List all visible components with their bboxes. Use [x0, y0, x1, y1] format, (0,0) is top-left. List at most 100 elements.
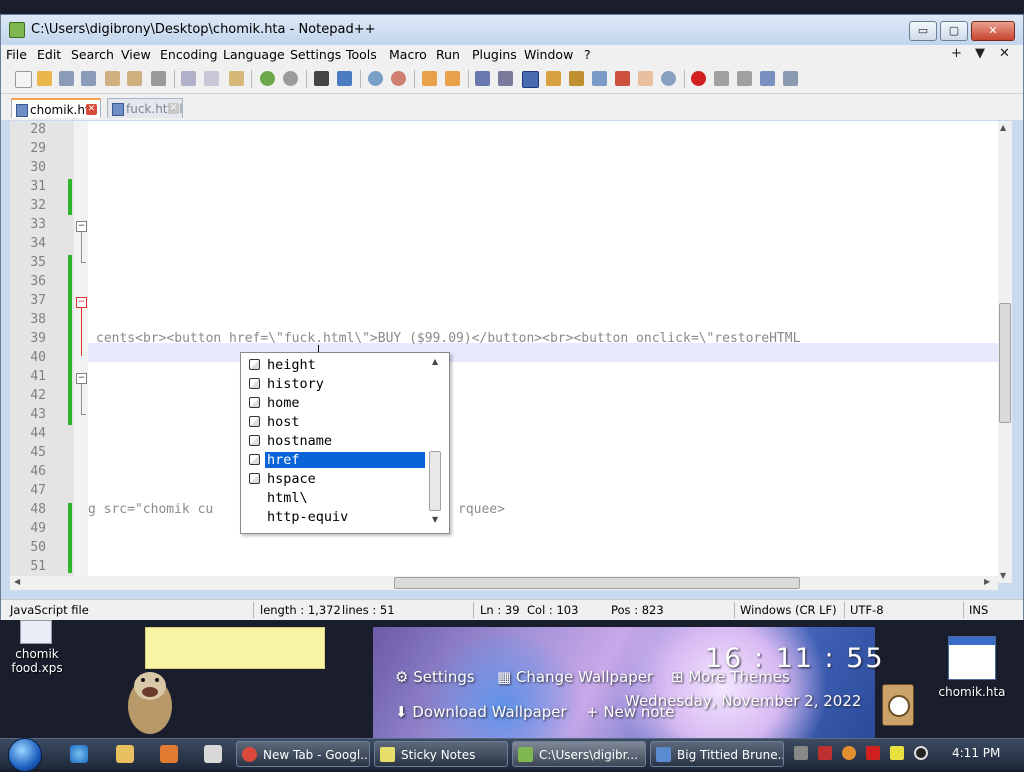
- taskbar-window[interactable]: Big Tittied Brune...: [650, 741, 784, 767]
- sync-vertical-icon[interactable]: [422, 71, 437, 86]
- scroll-up-icon[interactable]: ▲: [1000, 123, 1006, 132]
- scroll-down-icon[interactable]: ▼: [432, 515, 438, 524]
- close-tab-x-icon[interactable]: ✕: [999, 46, 1010, 61]
- menu-help[interactable]: ?: [584, 47, 591, 62]
- calculator-icon[interactable]: [204, 745, 222, 763]
- menu-encoding[interactable]: Encoding: [160, 47, 218, 62]
- start-button[interactable]: [8, 738, 42, 772]
- zoom-in-icon[interactable]: [368, 71, 383, 86]
- menu-plugins[interactable]: Plugins: [472, 47, 517, 62]
- paste-icon[interactable]: [229, 71, 244, 86]
- monitoring-icon[interactable]: [638, 71, 653, 86]
- close-icon[interactable]: [105, 71, 120, 86]
- autocomplete-item[interactable]: html\: [241, 489, 427, 508]
- tab-fuck-html[interactable]: fuck.html ✕: [107, 98, 183, 118]
- autocomplete-popup[interactable]: ▲ ▼ height history home host hostname href hsp…: [240, 352, 450, 534]
- new-tab-plus-icon[interactable]: +: [951, 46, 962, 61]
- fold-collapse-icon[interactable]: −: [76, 373, 87, 384]
- replace-icon[interactable]: [337, 71, 352, 86]
- menu-settings[interactable]: Settings: [290, 47, 341, 62]
- menu-edit[interactable]: Edit: [37, 47, 61, 62]
- find-icon[interactable]: [314, 71, 329, 86]
- stop-macro-icon[interactable]: [714, 71, 729, 86]
- menu-file[interactable]: File: [6, 47, 27, 62]
- gadget-settings-link[interactable]: ⚙ Settings: [395, 668, 475, 686]
- autocomplete-item[interactable]: http-equiv: [241, 508, 427, 527]
- xps-document-icon[interactable]: [20, 620, 52, 644]
- undo-icon[interactable]: [260, 71, 275, 86]
- new-file-icon[interactable]: [15, 71, 32, 88]
- doc-map-icon[interactable]: [569, 71, 584, 86]
- indent-guide-icon[interactable]: [522, 71, 539, 88]
- cut-icon[interactable]: [181, 71, 196, 86]
- taskbar-clock[interactable]: 4:11 PM: [952, 746, 1000, 760]
- save-all-icon[interactable]: [81, 71, 96, 86]
- menu-run[interactable]: Run: [436, 47, 460, 62]
- zoom-out-icon[interactable]: [391, 71, 406, 86]
- minimize-button[interactable]: ▭: [909, 21, 937, 41]
- horizontal-scroll-thumb[interactable]: [394, 577, 800, 589]
- tray-volume-icon[interactable]: [914, 746, 928, 760]
- taskbar-notepadpp[interactable]: C:\Users\digibr...: [512, 741, 646, 767]
- play-macro-icon[interactable]: [737, 71, 752, 86]
- autocomplete-scroll-thumb[interactable]: [429, 451, 441, 511]
- vertical-scroll-thumb[interactable]: [999, 303, 1011, 423]
- fold-collapse-icon[interactable]: −: [76, 297, 87, 308]
- close-button[interactable]: ✕: [971, 21, 1015, 41]
- user-language-icon[interactable]: [546, 71, 561, 86]
- save-macro-icon[interactable]: [783, 71, 798, 86]
- close-tab-icon[interactable]: ✕: [86, 104, 97, 115]
- code-line-39[interactable]: cents<br><button href=\"fuck.html\">BUY …: [96, 331, 800, 346]
- gadget-change-wallpaper-link[interactable]: ▦ Change Wallpaper: [497, 668, 653, 686]
- taskbar-chrome[interactable]: New Tab - Googl...: [236, 741, 370, 767]
- show-all-chars-icon[interactable]: [498, 71, 513, 86]
- redo-icon[interactable]: [283, 71, 298, 86]
- close-tab-icon[interactable]: ✕: [168, 103, 179, 114]
- desktop-icon-label-hta[interactable]: chomik.hta: [936, 685, 1008, 699]
- menu-macro[interactable]: Macro: [389, 47, 427, 62]
- scroll-left-icon[interactable]: ◀: [14, 577, 20, 586]
- title-bar[interactable]: C:\Users\digibrony\Desktop\chomik.hta - …: [1, 15, 1023, 45]
- internet-explorer-icon[interactable]: [70, 745, 88, 763]
- close-all-icon[interactable]: [127, 71, 142, 86]
- vertical-scrollbar[interactable]: ▲ ▼: [998, 121, 1012, 583]
- gadget-download-wallpaper-link[interactable]: ⬇ Download Wallpaper: [395, 703, 567, 721]
- autocomplete-item[interactable]: home: [241, 394, 427, 413]
- explorer-folder-icon[interactable]: [116, 745, 134, 763]
- open-file-icon[interactable]: [37, 71, 52, 86]
- horizontal-scrollbar[interactable]: ◀ ▶: [10, 576, 998, 590]
- editor[interactable]: 28 29 30 31 32 33 34 35 36 37 38 39 40 41 42 43 44 45 46 47…: [10, 121, 1012, 583]
- save-icon[interactable]: [59, 71, 74, 86]
- maximize-button[interactable]: ▢: [940, 21, 968, 41]
- scroll-right-icon[interactable]: ▶: [984, 577, 990, 586]
- autocomplete-item[interactable]: href: [241, 451, 427, 470]
- tray-flag-icon[interactable]: [866, 746, 880, 760]
- autocomplete-item[interactable]: hspace: [241, 470, 427, 489]
- menu-window[interactable]: Window: [524, 47, 573, 62]
- function-list-icon[interactable]: [592, 71, 607, 86]
- code-line-48-left[interactable]: g src="chomik cu: [88, 502, 213, 517]
- clock-app-icon[interactable]: [882, 684, 914, 726]
- tray-note-icon[interactable]: [890, 746, 904, 760]
- tray-check-icon[interactable]: [818, 746, 832, 760]
- menu-search[interactable]: Search: [71, 47, 114, 62]
- code-line-48-right[interactable]: rquee>: [458, 502, 505, 517]
- run-macro-multiple-icon[interactable]: [760, 71, 775, 86]
- eye-icon[interactable]: [661, 71, 676, 86]
- menu-tools[interactable]: Tools: [346, 47, 377, 62]
- tray-search-icon[interactable]: [842, 746, 856, 760]
- record-macro-icon[interactable]: [691, 71, 706, 86]
- word-wrap-icon[interactable]: [475, 71, 490, 86]
- print-icon[interactable]: [151, 71, 166, 86]
- tray-app-icon[interactable]: [794, 746, 808, 760]
- autocomplete-item[interactable]: history: [241, 375, 427, 394]
- autocomplete-item[interactable]: host: [241, 413, 427, 432]
- sync-horizontal-icon[interactable]: [445, 71, 460, 86]
- hta-file-icon[interactable]: [948, 636, 996, 680]
- autocomplete-item[interactable]: height: [241, 356, 427, 375]
- folder-as-workspace-icon[interactable]: [615, 71, 630, 86]
- autocomplete-item[interactable]: hostname: [241, 432, 427, 451]
- menu-view[interactable]: View: [121, 47, 151, 62]
- tab-chomik-hta[interactable]: chomik.hta ✕: [11, 98, 101, 118]
- tab-list-down-icon[interactable]: ▼: [975, 46, 985, 61]
